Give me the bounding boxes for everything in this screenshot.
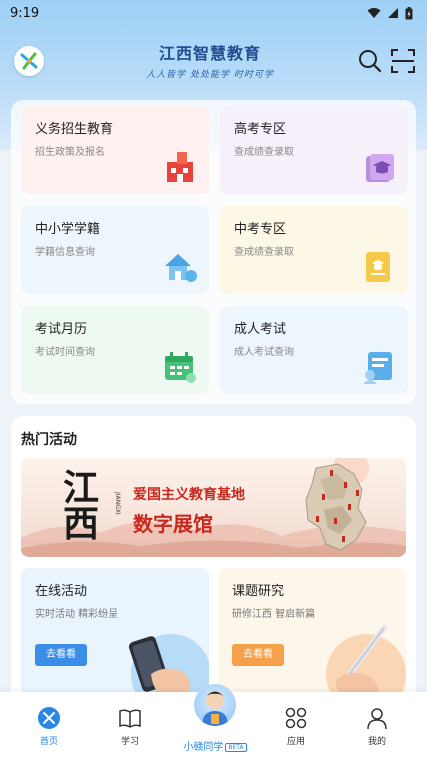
tile-title: 成人考试 (234, 322, 287, 337)
tile-title: 高考专区 (234, 122, 287, 137)
brand: 江西智慧教育 人人皆学 处处能学 时时可学 (130, 40, 290, 80)
status-bar: 9:19 (0, 0, 427, 26)
banner-headline: 爱国主义教育基地 (133, 487, 245, 503)
ai-assistant-button[interactable]: 小赣同学 BETA (180, 684, 250, 754)
digital-exhibition-banner[interactable]: 江西 JIANGXI 爱国主义教育基地 数字展馆 (21, 458, 406, 557)
apps-grid-icon (285, 707, 307, 729)
status-time: 9:19 (10, 5, 40, 21)
jiangxi-map-illustration (305, 463, 367, 551)
banner-subheadline: 数字展馆 (133, 512, 213, 536)
service-tile-student-status[interactable]: 中小学学籍 学籍信息查询 (21, 206, 209, 294)
tile-title: 中考专区 (234, 222, 287, 237)
assistant-name: 小赣同学 (183, 742, 224, 753)
app-header: 江西智慧教育 人人皆学 处处能学 时时可学 (0, 26, 427, 96)
school-building-icon (167, 152, 193, 182)
activity-subtitle: 研修江西 智启新篇 (232, 609, 316, 620)
service-tile-zhongkao[interactable]: 中考专区 查成绩查录取 (220, 206, 408, 294)
battery-icon (405, 6, 413, 19)
section-title: 热门活动 (21, 432, 77, 448)
graduation-book-icon (366, 154, 394, 182)
logo-icon (20, 52, 38, 70)
assistant-label: 小赣同学 BETA (180, 738, 250, 753)
signal-icon (388, 8, 398, 18)
scan-icon[interactable] (390, 48, 416, 74)
house-icon (165, 254, 197, 282)
pen-hand-illustration (326, 625, 406, 696)
certificate-icon (366, 252, 390, 282)
service-tile-adult-exam[interactable]: 成人考试 成人考试查询 (220, 306, 408, 394)
go-see-button[interactable]: 去看看 (35, 644, 87, 666)
id-card-icon (363, 352, 392, 384)
activity-title: 课题研究 (232, 584, 285, 599)
nav-item-apps[interactable]: 应用 (266, 706, 326, 747)
service-tile-gaokao[interactable]: 高考专区 查成绩查录取 (220, 106, 408, 194)
user-icon (367, 708, 387, 730)
nav-label: 应用 (286, 737, 305, 747)
nav-label: 学习 (120, 737, 139, 747)
nav-item-profile[interactable]: 我的 (347, 706, 407, 747)
go-see-button[interactable]: 去看看 (232, 644, 284, 666)
activity-card-online[interactable]: 在线活动 实时活动 精彩纷呈 去看看 (21, 568, 209, 696)
banner-pinyin: JIANGXI (114, 492, 121, 515)
tile-title: 考试月历 (35, 322, 88, 337)
hot-activities-card: 热门活动 江西 JIANGXI 爱国主义教育基地 数字展馆 在线活动 实时活动 … (11, 416, 416, 706)
nav-label: 首页 (39, 737, 58, 747)
brand-title: 江西智慧教育 (158, 44, 261, 63)
nav-label: 我的 (367, 737, 386, 747)
search-icon[interactable] (357, 48, 383, 74)
assistant-avatar (194, 684, 236, 726)
home-logo-icon (38, 707, 60, 729)
service-tile-exam-calendar[interactable]: 考试月历 考试时间查询 (21, 306, 209, 394)
activity-subtitle: 实时活动 精彩纷呈 (35, 609, 119, 620)
services-card: 义务招生教育 招生政策及报名 高考专区 查成绩查录取 中小学学籍 学籍信息查询 … (11, 100, 416, 404)
nav-item-study[interactable]: 学习 (100, 706, 160, 747)
status-icons (367, 6, 413, 20)
activity-card-research[interactable]: 课题研究 研修江西 智启新篇 去看看 (218, 568, 406, 696)
brand-slogan: 人人皆学 处处能学 时时可学 (146, 70, 274, 80)
assistant-character-icon (202, 691, 228, 726)
beta-badge: BETA (225, 742, 247, 752)
tile-title: 中小学学籍 (35, 222, 101, 237)
app-logo (14, 46, 44, 76)
nav-item-home[interactable]: 首页 (19, 706, 79, 747)
banner-calligraphy: 江西 (63, 467, 100, 545)
book-icon (119, 709, 141, 728)
activity-title: 在线活动 (35, 584, 88, 599)
wifi-icon (367, 8, 381, 18)
service-tile-enrollment[interactable]: 义务招生教育 招生政策及报名 (21, 106, 209, 194)
tile-title: 义务招生教育 (35, 122, 114, 137)
calendar-icon (165, 352, 196, 383)
